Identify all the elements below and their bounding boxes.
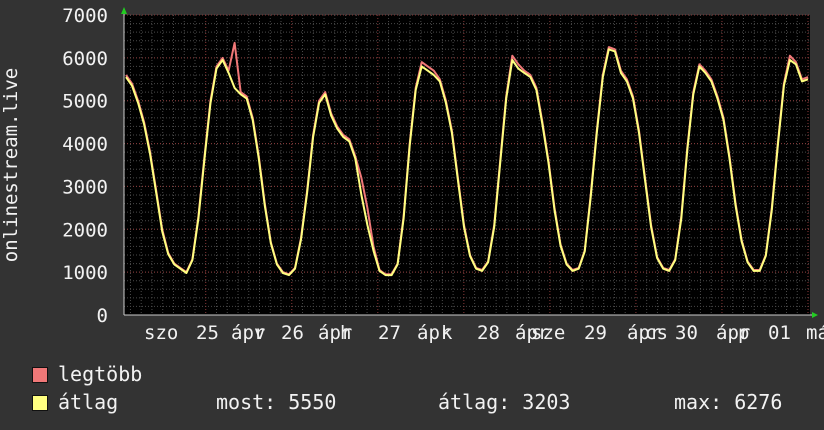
stat-max: max: 6276	[674, 390, 783, 414]
y-tick-label: 5000	[62, 91, 108, 113]
x-tick-label: 27	[378, 322, 401, 344]
x-tick-label: 30	[675, 322, 698, 344]
x-axis-arrow	[812, 312, 818, 318]
stat-avg: átlag: 3203	[438, 390, 571, 414]
x-tick-label: sze	[531, 322, 565, 344]
chart: 01000200030004000500060007000 szo 25 áprv 2…	[0, 5, 824, 344]
x-tick-label: 25	[196, 322, 219, 344]
x-tick-label: v	[254, 322, 265, 344]
x-tick-label: h	[340, 322, 351, 344]
x-tick-label: 28	[477, 322, 500, 344]
x-tick-label: cs	[645, 322, 668, 344]
y-tick-label: 0	[97, 305, 108, 327]
y-tick-label: 7000	[62, 5, 108, 27]
x-tick-label: szo	[144, 322, 178, 344]
x-tick-label: 26	[281, 322, 304, 344]
legend-avg-swatch	[32, 395, 48, 411]
stat-now: most: 5550	[216, 390, 337, 414]
y-tick-label: 2000	[62, 219, 108, 241]
x-tick-label: p	[738, 322, 749, 344]
y-tick-label: 1000	[62, 262, 108, 284]
x-tick-label: máj	[806, 322, 824, 344]
y-axis-ticks: 0 1000 2000 3000 4000 5000 6000 7000	[62, 5, 108, 327]
x-axis-ticks: szo 25 áprv 26 áprh 27 áprk 28 áprsze 29 áprcs 30 áp…	[144, 322, 824, 344]
legend-max-swatch	[32, 367, 48, 383]
x-tick-label: 01	[768, 322, 791, 344]
legend-max-label: legtöbb	[58, 362, 143, 386]
y-axis-arrow	[121, 7, 127, 14]
legend-avg-label: átlag	[58, 390, 119, 414]
y-tick-label: 4000	[62, 134, 108, 156]
y-tick-label: 3000	[62, 176, 108, 198]
y-tick-label: 6000	[62, 48, 108, 70]
x-tick-label: k	[441, 322, 453, 344]
x-tick-label: 29	[584, 322, 607, 344]
y-axis-label: onlinestream.live	[0, 68, 22, 262]
